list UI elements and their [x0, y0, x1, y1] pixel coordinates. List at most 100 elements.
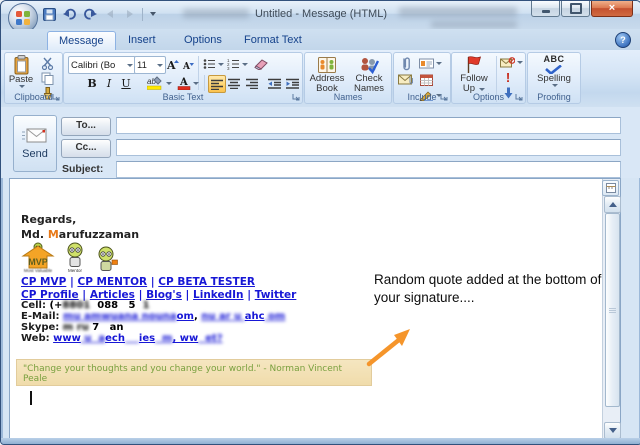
send-button[interactable]: Send	[13, 115, 57, 172]
contact-link[interactable]: u a	[81, 333, 105, 344]
contact-link[interactable]: ?	[217, 333, 223, 344]
text-highlight-button[interactable]: ab	[146, 75, 172, 91]
subject-field[interactable]	[116, 161, 621, 178]
chevron-down-icon	[193, 82, 199, 85]
ruler-toggle-button[interactable]	[602, 180, 619, 196]
numbering-button[interactable]: 123	[226, 56, 248, 72]
high-importance-button[interactable]: !	[500, 70, 516, 85]
vertical-scrollbar[interactable]	[602, 179, 620, 439]
paste-icon	[14, 55, 29, 75]
to-field[interactable]	[116, 117, 621, 134]
tab-format-text[interactable]: Format Text	[233, 31, 313, 49]
maximize-button[interactable]	[561, 1, 590, 17]
dialog-launcher-icon[interactable]	[52, 93, 60, 101]
signature-link[interactable]: CP MVP	[21, 276, 66, 288]
align-center-button[interactable]	[226, 75, 242, 91]
contact-link[interactable]: nu ar u	[201, 311, 244, 322]
spelling-button[interactable]: ABC Spelling	[531, 55, 577, 87]
align-left-button[interactable]	[208, 75, 226, 93]
align-left-icon	[211, 79, 223, 90]
permission-button[interactable]	[498, 55, 524, 69]
message-body[interactable]: Regards, Md. Marufuzzaman MVP Most Valua…	[9, 178, 621, 440]
italic-button[interactable]: I	[102, 75, 116, 91]
contact-link[interactable]: om	[177, 311, 194, 322]
customize-quick-access-button[interactable]	[147, 6, 158, 23]
minimize-button[interactable]	[531, 1, 560, 17]
cc-field[interactable]	[116, 139, 621, 156]
italic-label: I	[107, 77, 111, 90]
font-color-button[interactable]: A	[176, 75, 200, 91]
signature-link[interactable]: CP BETA TESTER	[158, 276, 255, 288]
dialog-launcher-icon[interactable]	[440, 93, 448, 101]
attach-item-button[interactable]	[397, 72, 414, 87]
dialog-launcher-icon[interactable]	[515, 93, 523, 101]
save-button[interactable]	[41, 6, 58, 23]
font-size-select[interactable]: 11	[134, 56, 166, 74]
clear-formatting-button[interactable]	[252, 56, 270, 72]
group-options: Follow Up !	[451, 52, 526, 104]
check-names-button[interactable]: Check Names	[349, 56, 389, 95]
contact-line: Web: www u aech ies m, ww et?	[21, 333, 285, 344]
group-basic-text: Calibri (Bo 11 A A	[63, 52, 303, 104]
chevron-down-icon	[242, 63, 248, 66]
attach-file-button[interactable]	[397, 56, 414, 71]
permission-icon	[500, 57, 515, 68]
contact-link[interactable]: ies	[139, 333, 155, 344]
contact-link[interactable]: om	[265, 311, 286, 322]
paste-button[interactable]: Paste	[7, 55, 35, 88]
previous-item-button[interactable]	[101, 6, 118, 23]
grow-font-button[interactable]: A	[164, 56, 180, 72]
contact-link[interactable]: ahc	[245, 311, 265, 322]
contact-link[interactable]	[125, 333, 139, 344]
contact-link[interactable]: et	[198, 333, 217, 344]
align-right-button[interactable]	[244, 75, 260, 91]
background-window-artifact	[431, 21, 517, 28]
redo-button[interactable]	[81, 6, 98, 23]
link-separator: |	[147, 276, 158, 288]
follow-up-button[interactable]: Follow Up	[454, 55, 494, 95]
dialog-launcher-icon[interactable]	[292, 93, 300, 101]
tab-insert[interactable]: Insert	[117, 31, 167, 49]
business-card-button[interactable]	[416, 56, 444, 71]
ribbon: Paste	[1, 50, 640, 108]
underline-button[interactable]: U	[118, 75, 134, 91]
cp-mentor-badge: Mentor	[64, 242, 86, 273]
subject-label: Subject:	[62, 163, 103, 175]
annotation-text: Random quote added at the bottom of your…	[374, 271, 616, 307]
undo-button[interactable]	[61, 6, 78, 23]
contact-link[interactable]: m	[155, 333, 172, 344]
text-cursor	[30, 391, 32, 405]
signature-quote-text: "Change your thoughts and you change you…	[23, 364, 342, 384]
font-name-select[interactable]: Calibri (Bo	[68, 56, 136, 74]
signature-link[interactable]: CP MENTOR	[77, 276, 147, 288]
contact-link[interactable]: ech	[105, 333, 125, 344]
tab-options[interactable]: Options	[173, 31, 233, 49]
scrollbar-thumb[interactable]	[605, 213, 620, 407]
close-button[interactable]: ×	[591, 1, 633, 17]
next-item-button[interactable]	[121, 6, 138, 23]
contact-link[interactable]: , ww	[172, 333, 198, 344]
bullets-button[interactable]	[202, 56, 224, 72]
help-button[interactable]: ?	[615, 32, 631, 48]
contact-link[interactable]: mu amwuana nouna	[63, 311, 177, 322]
attach-item-icon	[398, 74, 413, 85]
shrink-font-button[interactable]: A	[180, 56, 195, 72]
calendar-button[interactable]	[416, 72, 436, 87]
office-orb-icon	[16, 11, 30, 25]
contact-link[interactable]: www	[53, 333, 81, 344]
tab-message[interactable]: Message	[47, 31, 116, 50]
scroll-up-button[interactable]	[604, 196, 621, 213]
paste-label: Paste	[9, 75, 33, 85]
address-book-button[interactable]: Address Book	[307, 56, 347, 95]
bold-button[interactable]: B	[84, 75, 100, 91]
cc-button[interactable]: Cc...	[61, 139, 111, 158]
increase-indent-button[interactable]	[284, 75, 300, 91]
to-button[interactable]: To...	[61, 117, 111, 136]
copy-button[interactable]	[38, 71, 56, 85]
calendar-icon	[420, 74, 433, 86]
address-book-icon	[317, 56, 337, 74]
cut-button[interactable]	[38, 56, 56, 70]
decrease-indent-button[interactable]	[266, 75, 282, 91]
scroll-down-button[interactable]	[604, 422, 621, 439]
svg-text:A: A	[166, 59, 176, 71]
